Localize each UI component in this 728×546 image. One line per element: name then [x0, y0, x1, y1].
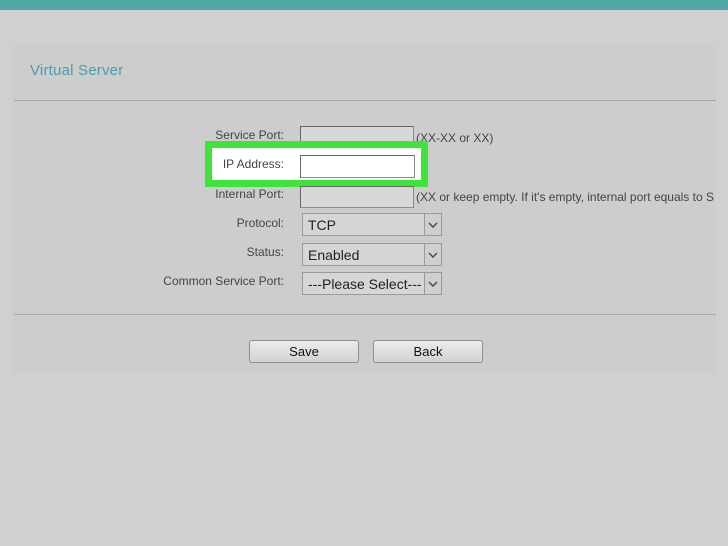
internal-port-input[interactable] [300, 186, 414, 208]
chevron-down-icon[interactable] [424, 273, 441, 294]
page-title: Virtual Server [30, 62, 124, 79]
status-label: Status: [246, 245, 284, 259]
chevron-down-icon[interactable] [424, 244, 441, 265]
protocol-select[interactable]: TCP [302, 213, 442, 236]
service-port-label: Service Port: [215, 128, 284, 142]
internal-port-hint: (XX or keep empty. If it's empty, intern… [416, 190, 714, 204]
protocol-selected-value: TCP [308, 217, 336, 233]
common-service-port-select[interactable]: ---Please Select--- [302, 272, 442, 295]
content-panel [12, 46, 716, 374]
common-service-port-selected-value: ---Please Select--- [308, 276, 422, 292]
status-select[interactable]: Enabled [302, 243, 442, 266]
protocol-label: Protocol: [236, 216, 284, 230]
status-selected-value: Enabled [308, 247, 360, 263]
save-button[interactable]: Save [249, 340, 359, 363]
form-divider [14, 314, 716, 315]
chevron-down-icon[interactable] [424, 214, 441, 235]
internal-port-label: Internal Port: [215, 187, 284, 201]
back-button[interactable]: Back [373, 340, 483, 363]
ip-address-input[interactable] [300, 155, 415, 178]
common-service-port-label: Common Service Port: [163, 274, 284, 288]
top-accent-bar [0, 0, 728, 10]
title-divider [14, 100, 716, 101]
ip-address-label: IP Address: [222, 157, 284, 171]
